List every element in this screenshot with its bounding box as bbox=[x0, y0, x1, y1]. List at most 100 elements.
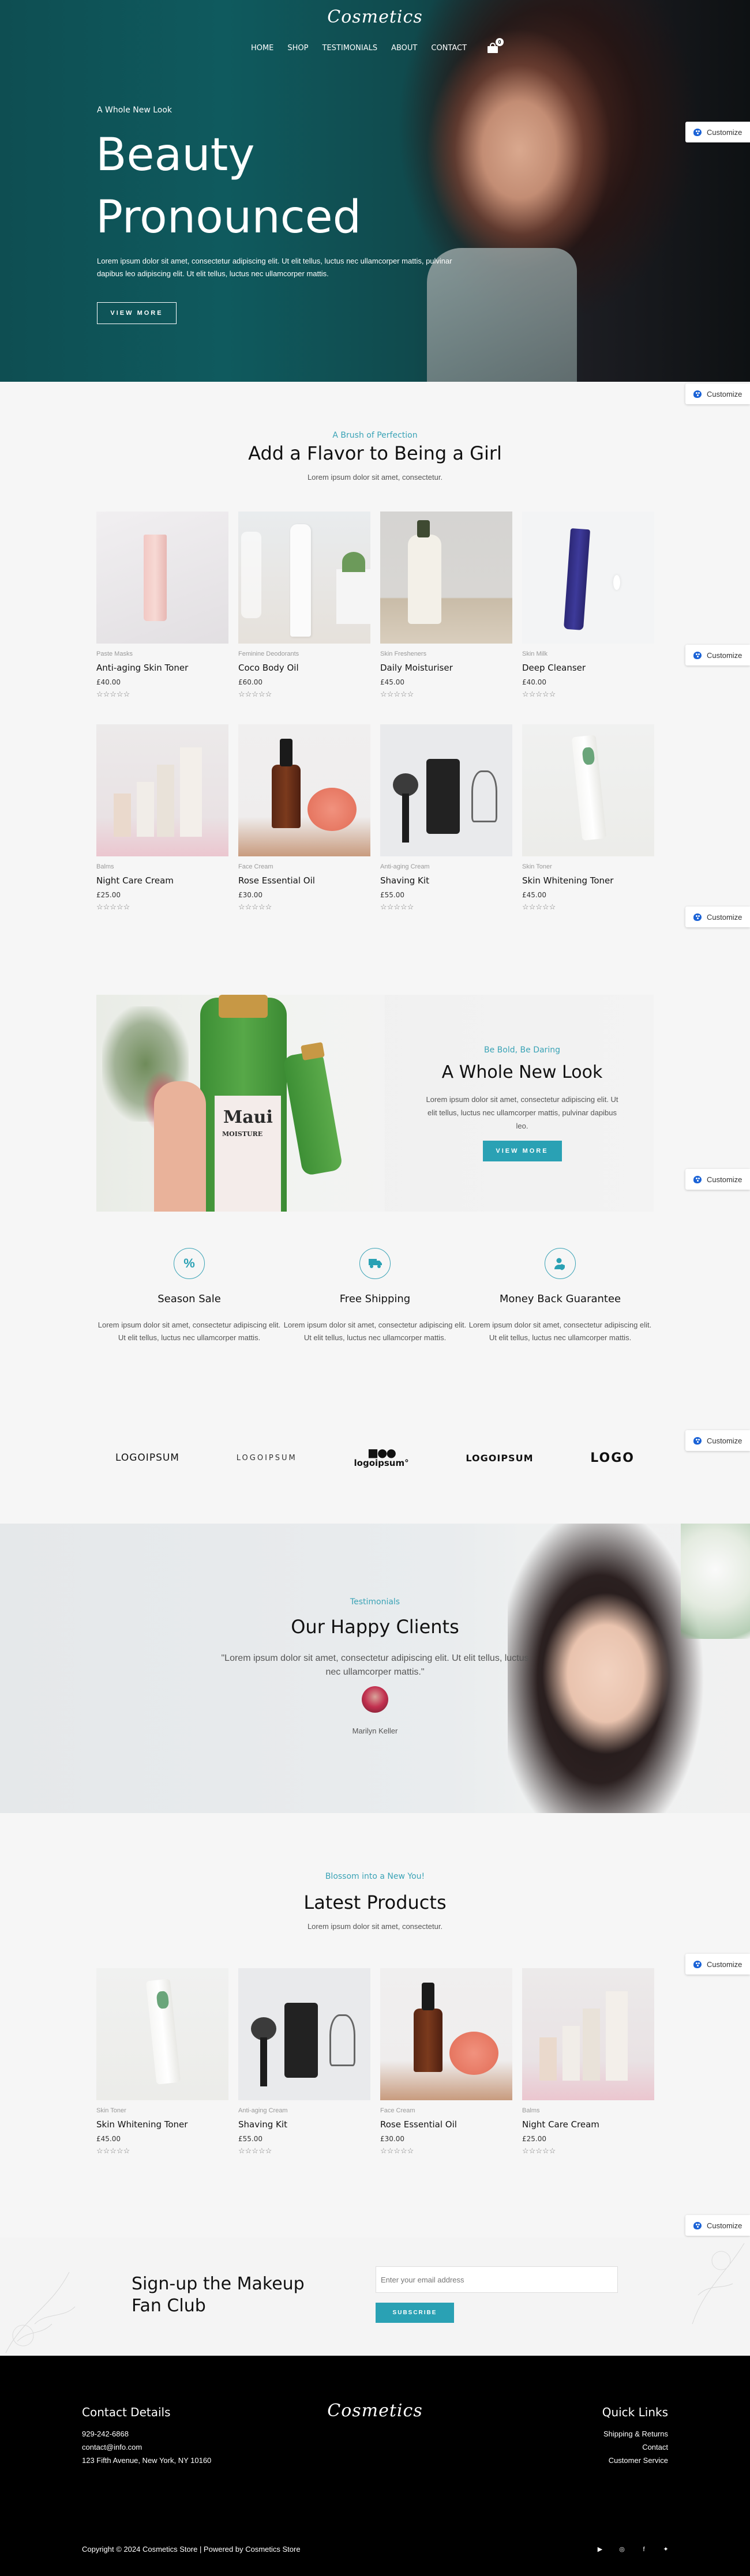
product-card[interactable]: Skin Milk Deep Cleanser £40.00 ☆☆☆☆☆ bbox=[522, 512, 654, 699]
site-footer: Contact Details 929-242-6868 contact@inf… bbox=[0, 2356, 750, 2576]
subscribe-button[interactable]: SUBSCRIBE bbox=[376, 2303, 454, 2323]
product-name[interactable]: Skin Whitening Toner bbox=[522, 875, 654, 886]
youtube-icon[interactable]: ▶ bbox=[597, 2546, 603, 2553]
customize-button[interactable]: Customize bbox=[685, 1430, 750, 1451]
product-card[interactable]: Anti-aging Cream Shaving Kit £55.00 ☆☆☆☆… bbox=[380, 724, 512, 912]
site-logo[interactable]: Cosmetics bbox=[0, 7, 750, 27]
footer-link-contact[interactable]: Contact bbox=[602, 2443, 668, 2451]
featured-title: Add a Flavor to Being a Girl bbox=[248, 442, 502, 464]
star-rating: ☆☆☆☆☆ bbox=[238, 690, 272, 698]
product-image[interactable] bbox=[380, 724, 512, 856]
nav-home[interactable]: HOME bbox=[251, 44, 273, 52]
product-card[interactable]: Skin Toner Skin Whitening Toner £45.00 ☆… bbox=[522, 724, 654, 912]
customize-button[interactable]: Customize bbox=[685, 383, 750, 404]
promo-title: A Whole New Look bbox=[441, 1062, 603, 1082]
product-category[interactable]: Skin Milk bbox=[522, 650, 654, 657]
product-card[interactable]: Feminine Deodorants Coco Body Oil £60.00… bbox=[238, 512, 370, 699]
product-image[interactable] bbox=[380, 512, 512, 644]
product-image[interactable] bbox=[522, 512, 654, 644]
hero-view-more-button[interactable]: VIEW MORE bbox=[97, 302, 177, 324]
nav-shop[interactable]: SHOP bbox=[287, 44, 308, 52]
product-name[interactable]: Shaving Kit bbox=[380, 875, 512, 886]
nav-testimonials[interactable]: TESTIMONIALS bbox=[322, 44, 378, 52]
product-card[interactable]: Paste Masks Anti-aging Skin Toner £40.00… bbox=[96, 512, 228, 699]
product-category[interactable]: Anti-aging Cream bbox=[380, 863, 512, 870]
partner-logo: LOGO bbox=[590, 1450, 635, 1465]
product-name[interactable]: Skin Whitening Toner bbox=[96, 2119, 228, 2130]
product-image[interactable] bbox=[96, 724, 228, 856]
facebook-icon[interactable]: f bbox=[640, 2546, 647, 2553]
product-card[interactable]: Balms Night Care Cream £25.00 ☆☆☆☆☆ bbox=[522, 1968, 654, 2156]
product-name[interactable]: Anti-aging Skin Toner bbox=[96, 663, 228, 673]
hero-eyebrow: A Whole New Look bbox=[97, 106, 172, 115]
product-name[interactable]: Night Care Cream bbox=[522, 2119, 654, 2130]
product-image[interactable] bbox=[522, 724, 654, 856]
product-image[interactable] bbox=[238, 724, 370, 856]
product-card[interactable]: Anti-aging Cream Shaving Kit £55.00 ☆☆☆☆… bbox=[238, 1968, 370, 2156]
product-category[interactable]: Paste Masks bbox=[96, 650, 228, 657]
product-name[interactable]: Coco Body Oil bbox=[238, 663, 370, 673]
product-category[interactable]: Feminine Deodorants bbox=[238, 650, 370, 657]
partner-logo: ■●● logoipsum° bbox=[354, 1446, 409, 1468]
feature-body: Lorem ipsum dolor sit amet, consectetur … bbox=[97, 1321, 281, 1342]
product-category[interactable]: Face Cream bbox=[238, 863, 370, 870]
nav-contact[interactable]: CONTACT bbox=[431, 44, 467, 52]
feature-body: Lorem ipsum dolor sit amet, consectetur … bbox=[283, 1321, 467, 1342]
star-rating: ☆☆☆☆☆ bbox=[380, 690, 414, 698]
product-name[interactable]: Rose Essential Oil bbox=[238, 875, 370, 886]
contact-phone[interactable]: 929-242-6868 bbox=[82, 2430, 211, 2438]
nav-about[interactable]: ABOUT bbox=[391, 44, 417, 52]
testimonials-eyebrow: Testimonials bbox=[350, 1597, 400, 1607]
product-card[interactable]: Skin Fresheners Daily Moisturiser £45.00… bbox=[380, 512, 512, 699]
latest-subtitle: Lorem ipsum dolor sit amet, consectetur. bbox=[307, 1922, 443, 1931]
star-rating: ☆☆☆☆☆ bbox=[522, 2146, 556, 2155]
customize-button[interactable]: Customize bbox=[685, 1954, 750, 1975]
quick-links: Quick Links Shipping & Returns Contact C… bbox=[602, 2405, 668, 2465]
product-name[interactable]: Deep Cleanser bbox=[522, 663, 654, 673]
customize-button[interactable]: Customize bbox=[685, 122, 750, 142]
product-image[interactable] bbox=[522, 1968, 654, 2100]
product-name[interactable]: Night Care Cream bbox=[96, 875, 228, 886]
star-rating: ☆☆☆☆☆ bbox=[96, 2146, 130, 2155]
customize-button[interactable]: Customize bbox=[685, 2215, 750, 2236]
cart-button[interactable]: 0 bbox=[487, 38, 504, 53]
product-card[interactable]: Face Cream Rose Essential Oil £30.00 ☆☆☆… bbox=[238, 724, 370, 912]
customize-button[interactable]: Customize bbox=[685, 1169, 750, 1190]
customize-button[interactable]: Customize bbox=[685, 907, 750, 927]
product-image[interactable] bbox=[238, 512, 370, 644]
feature-money-back: Money Back Guarantee Lorem ipsum dolor s… bbox=[465, 1248, 655, 1344]
customize-button[interactable]: Customize bbox=[685, 645, 750, 665]
product-category[interactable]: Balms bbox=[522, 2107, 654, 2114]
product-category[interactable]: Balms bbox=[96, 863, 228, 870]
palette-icon bbox=[693, 390, 702, 398]
product-category[interactable]: Skin Fresheners bbox=[380, 650, 512, 657]
product-category[interactable]: Anti-aging Cream bbox=[238, 2107, 370, 2114]
product-price: £45.00 bbox=[522, 891, 546, 899]
product-image[interactable] bbox=[380, 1968, 512, 2100]
instagram-icon[interactable]: ◎ bbox=[618, 2546, 625, 2553]
product-price: £45.00 bbox=[380, 678, 404, 686]
email-input[interactable] bbox=[376, 2266, 618, 2293]
product-name[interactable]: Daily Moisturiser bbox=[380, 663, 512, 673]
promo-view-more-button[interactable]: VIEW MORE bbox=[482, 1141, 562, 1161]
product-image[interactable] bbox=[96, 512, 228, 644]
star-rating: ☆☆☆☆☆ bbox=[522, 690, 556, 698]
product-image[interactable] bbox=[96, 1968, 228, 2100]
twitter-icon[interactable]: ✦ bbox=[662, 2546, 669, 2553]
product-card[interactable]: Balms Night Care Cream £25.00 ☆☆☆☆☆ bbox=[96, 724, 228, 912]
promo-body: Lorem ipsum dolor sit amet, consectetur … bbox=[426, 1095, 618, 1130]
product-name[interactable]: Shaving Kit bbox=[238, 2119, 370, 2130]
product-category[interactable]: Face Cream bbox=[380, 2107, 512, 2114]
feature-body: Lorem ipsum dolor sit amet, consectetur … bbox=[468, 1321, 652, 1342]
product-card[interactable]: Face Cream Rose Essential Oil £30.00 ☆☆☆… bbox=[380, 1968, 512, 2156]
product-name[interactable]: Rose Essential Oil bbox=[380, 2119, 512, 2130]
partner-logo: LOGOIPSUM bbox=[115, 1452, 179, 1464]
product-category[interactable]: Skin Toner bbox=[522, 863, 654, 870]
footer-link-customer-service[interactable]: Customer Service bbox=[602, 2456, 668, 2465]
palette-icon bbox=[693, 913, 702, 921]
product-card[interactable]: Skin Toner Skin Whitening Toner £45.00 ☆… bbox=[96, 1968, 228, 2156]
contact-email[interactable]: contact@info.com bbox=[82, 2443, 211, 2451]
footer-link-shipping[interactable]: Shipping & Returns bbox=[602, 2430, 668, 2438]
product-category[interactable]: Skin Toner bbox=[96, 2107, 228, 2114]
product-image[interactable] bbox=[238, 1968, 370, 2100]
